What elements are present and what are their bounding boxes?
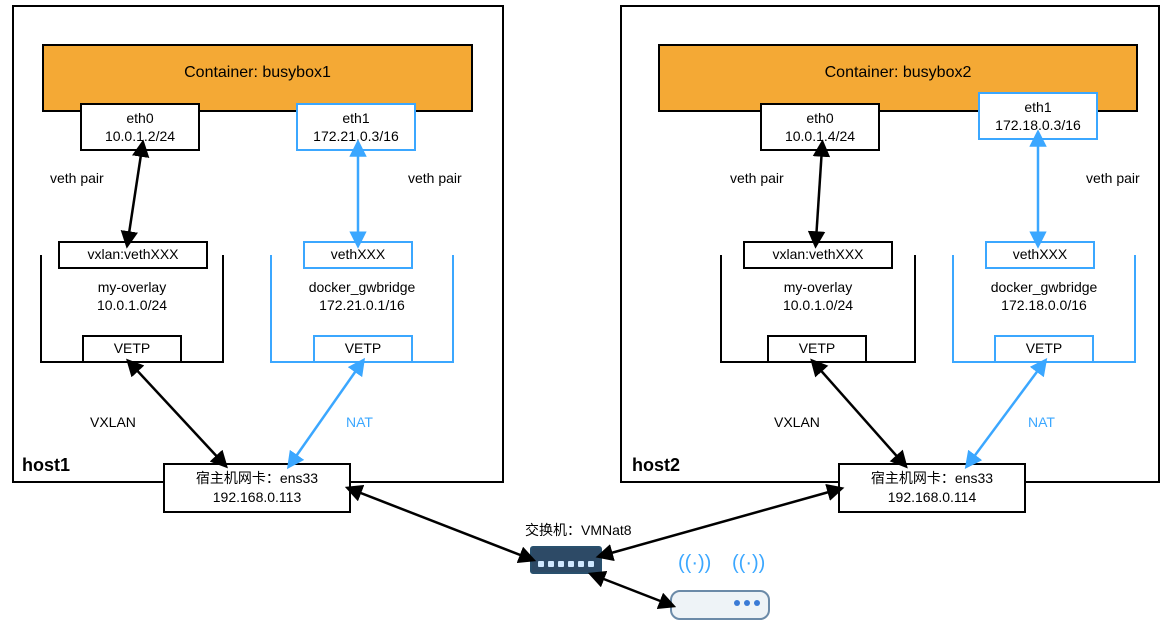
host2-vetp-left: VETP	[767, 335, 867, 363]
host2-vxlan-label: VXLAN	[774, 414, 820, 430]
host1-gwbridge-net: docker_gwbridge 172.21.0.1/16	[272, 278, 452, 314]
host1-nic-label: 宿主机网卡：ens33	[175, 469, 339, 488]
host1-vxlan-label: VXLAN	[90, 414, 136, 430]
host2-container-title: Container: busybox2	[660, 46, 1136, 82]
host2-eth0-ip: 10.0.1.4/24	[768, 127, 872, 145]
host2-vethpair-right: veth pair	[1086, 170, 1140, 186]
switch-label: 交换机：VMNat8	[525, 520, 632, 540]
host1-vethpair-left: veth pair	[50, 170, 104, 186]
host1-vetp-left: VETP	[82, 335, 182, 363]
host1-eth1-ip: 172.21.0.3/16	[304, 127, 408, 145]
host1-overlay-cidr: 10.0.1.0/24	[42, 296, 222, 314]
host1-overlay-name: my-overlay	[42, 278, 222, 296]
host2-nic-label: 宿主机网卡：ens33	[850, 469, 1014, 488]
host1-container: Container: busybox1	[42, 44, 473, 112]
host1-nic: 宿主机网卡：ens33 192.168.0.113	[163, 463, 351, 513]
host1-gwbridge-name: docker_gwbridge	[272, 278, 452, 296]
host2-label: host2	[632, 455, 680, 476]
host1-gwbridge-cidr: 172.21.0.1/16	[272, 296, 452, 314]
host1-label: host1	[22, 455, 70, 476]
host1-nat-label: NAT	[346, 414, 373, 430]
host2-eth1: eth1 172.18.0.3/16	[978, 92, 1098, 140]
host1-nic-ip: 192.168.0.113	[175, 488, 339, 507]
host1-vetp-right: VETP	[313, 335, 413, 363]
host2-eth1-name: eth1	[986, 98, 1090, 116]
switch-icon	[530, 546, 602, 574]
host2-eth1-ip: 172.18.0.3/16	[986, 116, 1090, 134]
host1-vethpair-right: veth pair	[408, 170, 462, 186]
antenna-right-icon: ((·))	[732, 552, 765, 575]
host1-overlay-net: my-overlay 10.0.1.0/24	[42, 278, 222, 314]
host1-eth0: eth0 10.0.1.2/24	[80, 103, 200, 151]
host2-overlay-cidr: 10.0.1.0/24	[728, 296, 908, 314]
host2-vethpair-left: veth pair	[730, 170, 784, 186]
antenna-left-icon: ((·))	[678, 552, 711, 575]
host2-eth0-name: eth0	[768, 109, 872, 127]
host2-nic: 宿主机网卡：ens33 192.168.0.114	[838, 463, 1026, 513]
host1-eth1: eth1 172.21.0.3/16	[296, 103, 416, 151]
host2-overlay-name: my-overlay	[728, 278, 908, 296]
host1-eth1-name: eth1	[304, 109, 408, 127]
host1-container-title: Container: busybox1	[44, 46, 471, 82]
host2-overlay-net: my-overlay 10.0.1.0/24	[728, 278, 908, 314]
host2-gwbridge-cidr: 172.18.0.0/16	[954, 296, 1134, 314]
router-icon	[670, 590, 770, 620]
host1-eth0-name: eth0	[88, 109, 192, 127]
host2-gwbridge-name: docker_gwbridge	[954, 278, 1134, 296]
host2-nic-ip: 192.168.0.114	[850, 488, 1014, 507]
host2-gwbridge-net: docker_gwbridge 172.18.0.0/16	[954, 278, 1134, 314]
host2-nat-label: NAT	[1028, 414, 1055, 430]
host2-eth0: eth0 10.0.1.4/24	[760, 103, 880, 151]
host1-eth0-ip: 10.0.1.2/24	[88, 127, 192, 145]
host2-vetp-right: VETP	[994, 335, 1094, 363]
